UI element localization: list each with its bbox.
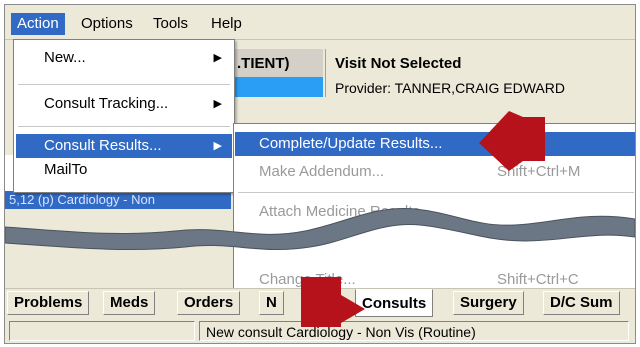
- consult-results-submenu: Complete/Update Results... Ctrl+U Make A…: [233, 123, 635, 300]
- consult-list-row[interactable]: 5,12 (p) Cardiology - Non: [5, 191, 231, 209]
- chart-tab-bar: Problems Meds Orders N Consults Surgery …: [5, 288, 635, 317]
- tab-dc-summary[interactable]: D/C Sum: [543, 291, 620, 315]
- submenu-arrow-icon: ▶: [213, 52, 222, 64]
- menu-item-attach-medicine-results[interactable]: Attach Medicine Results: [235, 200, 635, 224]
- menu-help[interactable]: Help: [205, 13, 248, 35]
- patient-highlight: [231, 77, 323, 97]
- visit-title: Visit Not Selected: [335, 55, 462, 72]
- app-window: Action Options Tools Help .TIENT) Visit …: [4, 4, 636, 344]
- tab-meds[interactable]: Meds: [103, 291, 156, 315]
- menu-item-mailto[interactable]: MailTo: [16, 158, 232, 182]
- submenu-arrow-icon: ▶: [213, 140, 222, 152]
- menu-item-label: Consult Tracking...: [44, 95, 169, 112]
- action-menu: New... ▶ Consult Tracking... ▶ Consult R…: [13, 39, 235, 193]
- patient-name: .TIENT): [237, 55, 290, 72]
- menu-item-label: New...: [44, 49, 86, 66]
- menu-action[interactable]: Action: [11, 13, 65, 35]
- status-text: New consult Cardiology - Non Vis (Routin…: [199, 321, 629, 341]
- menu-item-label: Consult Results...: [44, 137, 162, 154]
- menu-item-consult-tracking[interactable]: Consult Tracking... ▶: [16, 92, 232, 116]
- menu-separator: [238, 192, 634, 193]
- tab-consults[interactable]: Consults: [355, 289, 434, 317]
- menu-separator: [18, 84, 230, 85]
- menu-item-shortcut: Ctrl+U: [497, 135, 540, 152]
- tab-surgery[interactable]: Surgery: [453, 291, 524, 315]
- menu-item-consult-results[interactable]: Consult Results... ▶: [16, 134, 232, 158]
- menu-item-shortcut: Shift+Ctrl+M: [497, 163, 581, 180]
- menu-item-make-addendum[interactable]: Make Addendum... Shift+Ctrl+M: [235, 160, 635, 184]
- status-bar: New consult Cardiology - Non Vis (Routin…: [5, 319, 635, 343]
- menu-item-label: Attach Medicine Results: [259, 203, 420, 220]
- tab-notes[interactable]: N: [259, 291, 284, 315]
- menu-item-complete-update-results[interactable]: Complete/Update Results... Ctrl+U: [235, 132, 635, 156]
- menu-item-new[interactable]: New... ▶: [16, 46, 232, 70]
- menu-options[interactable]: Options: [75, 13, 139, 35]
- menu-separator: [18, 126, 230, 127]
- status-panel-left: [9, 321, 195, 341]
- menu-bar: Action Options Tools Help: [5, 5, 635, 40]
- provider-label: Provider: TANNER,CRAIG EDWARD: [335, 80, 565, 96]
- menu-item-label: Complete/Update Results...: [259, 135, 443, 152]
- tab-orders[interactable]: Orders: [177, 291, 241, 315]
- menu-item-label: Make Addendum...: [259, 163, 385, 180]
- tab-problems[interactable]: Problems: [7, 291, 90, 315]
- menu-tools[interactable]: Tools: [147, 13, 194, 35]
- menu-item-label: MailTo: [44, 161, 88, 178]
- submenu-arrow-icon: ▶: [213, 98, 222, 110]
